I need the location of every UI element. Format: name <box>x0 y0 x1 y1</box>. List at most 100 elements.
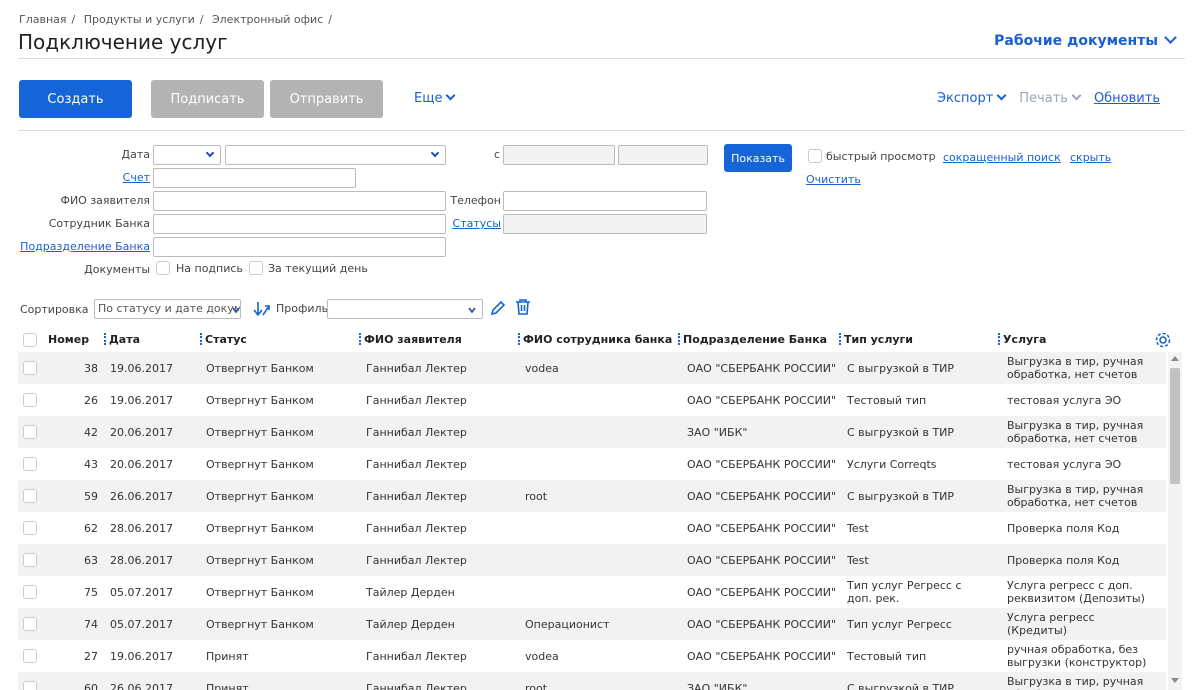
table-row[interactable]: 59 26.06.2017 Отвергнут Банком Ганнибал Лек… <box>18 480 1166 512</box>
profile-select[interactable] <box>327 299 483 319</box>
create-button[interactable]: Создать <box>19 80 132 118</box>
row-checkbox[interactable] <box>23 361 37 375</box>
table-row[interactable]: 43 20.06.2017 Отвергнут Банком Ганнибал Лек… <box>18 448 1166 480</box>
row-checkbox[interactable] <box>23 585 37 599</box>
division-input[interactable] <box>153 237 446 257</box>
cell-applicant: Ганнибал Лектер <box>366 553 467 567</box>
cell-date: 28.06.2017 <box>110 521 173 535</box>
employee-input[interactable] <box>153 214 446 234</box>
hide-link[interactable]: скрыть <box>1070 151 1111 164</box>
cell-division: ОАО "СБЕРБАНК РОССИИ" <box>687 617 837 631</box>
table-row[interactable]: 62 28.06.2017 Отвергнут Банком Ганнибал Лек… <box>18 512 1166 544</box>
row-checkbox[interactable] <box>23 489 37 503</box>
refresh-link[interactable]: Обновить <box>1094 91 1160 106</box>
table-row[interactable]: 63 28.06.2017 Отвергнут Банком Ганнибал Лек… <box>18 544 1166 576</box>
trash-icon[interactable] <box>514 298 532 316</box>
more-menu[interactable]: Еще <box>414 90 456 106</box>
cell-type: С выгрузкой в ТИР <box>847 425 955 439</box>
cell-division: ЗАО "ИБК" <box>687 681 748 690</box>
sort-label: Сортировка <box>20 303 89 316</box>
work-documents-menu[interactable]: Рабочие документы <box>994 31 1177 49</box>
column-number[interactable]: Номер <box>48 333 89 346</box>
table-row[interactable]: 74 05.07.2017 Отвергнут Банком Тайлер Дерде… <box>18 608 1166 640</box>
scroll-up-icon[interactable] <box>1171 356 1179 361</box>
print-menu[interactable]: Печать <box>1019 90 1082 106</box>
table-row[interactable]: 27 19.06.2017 Принят Ганнибал Лектер vodea ОА… <box>18 640 1166 672</box>
cell-type: С выгрузкой в ТИР <box>847 489 955 503</box>
select-all-checkbox[interactable] <box>23 333 37 347</box>
cell-status: Отвергнут Банком <box>206 521 314 535</box>
date-label: Дата <box>121 148 150 161</box>
breadcrumb-eoffice[interactable]: Электронный офис <box>212 13 323 26</box>
short-search-link[interactable]: сокращенный поиск <box>943 151 1061 164</box>
account-input[interactable] <box>153 168 356 188</box>
column-service-type[interactable]: Тип услуги <box>839 333 913 346</box>
cell-employee <box>525 416 675 448</box>
column-status-label: Статус <box>205 333 247 346</box>
row-checkbox[interactable] <box>23 393 37 407</box>
cell-status: Отвергнут Банком <box>206 393 314 407</box>
clear-link[interactable]: Очистить <box>806 173 861 186</box>
column-status[interactable]: Статус <box>200 333 247 346</box>
cell-service: Выгрузка в тир, ручная обработка, нет сч… <box>1007 675 1144 690</box>
chevron-down-icon <box>468 307 476 314</box>
for-signing-checkbox[interactable] <box>156 261 170 275</box>
scroll-down-icon[interactable] <box>1171 678 1179 683</box>
quick-view-checkbox[interactable] <box>808 149 822 163</box>
row-checkbox[interactable] <box>23 553 37 567</box>
account-label-link[interactable]: Счет <box>100 171 150 184</box>
sign-button[interactable]: Подписать <box>151 80 264 118</box>
table-row[interactable]: 42 20.06.2017 Отвергнут Банком Ганнибал Лек… <box>18 416 1166 448</box>
table-row[interactable]: 38 19.06.2017 Отвергнут Банком Ганнибал Лек… <box>18 352 1166 384</box>
table-row[interactable]: 60 26.06.2017 Принят Ганнибал Лектер root ЗАО… <box>18 672 1166 690</box>
table-row[interactable]: 75 05.07.2017 Отвергнут Банком Тайлер Дерде… <box>18 576 1166 608</box>
breadcrumb-products[interactable]: Продукты и услуги <box>84 13 195 26</box>
chevron-down-icon <box>1164 31 1177 44</box>
row-checkbox[interactable] <box>23 521 37 535</box>
cell-service: тестовая услуга ЭО <box>1007 393 1122 407</box>
date-type-select[interactable] <box>153 145 221 165</box>
cell-date: 19.06.2017 <box>110 361 173 375</box>
export-menu[interactable]: Экспорт <box>937 90 1007 106</box>
date-period-select[interactable] <box>225 145 446 165</box>
cell-service: Проверка поля Код <box>1007 553 1120 567</box>
cell-employee: vodea <box>525 649 559 663</box>
breadcrumb-home[interactable]: Главная <box>19 13 67 26</box>
row-checkbox[interactable] <box>23 649 37 663</box>
column-employee[interactable]: ФИО сотрудника банка <box>518 333 672 346</box>
send-button[interactable]: Отправить <box>270 80 383 118</box>
row-checkbox[interactable] <box>23 457 37 471</box>
cell-num: 74 <box>84 617 98 631</box>
cell-num: 38 <box>84 361 98 375</box>
applicant-input[interactable] <box>153 191 446 211</box>
cell-applicant: Ганнибал Лектер <box>366 457 467 471</box>
column-date[interactable]: Дата <box>104 333 140 346</box>
statuses-input[interactable] <box>503 214 707 234</box>
date-to-input[interactable] <box>618 145 708 165</box>
cell-applicant: Ганнибал Лектер <box>366 521 467 535</box>
cell-num: 27 <box>84 649 98 663</box>
date-from-input[interactable] <box>503 145 615 165</box>
settings-gear-icon[interactable] <box>1154 331 1172 349</box>
pencil-icon[interactable] <box>489 299 507 317</box>
column-service[interactable]: Услуга <box>998 333 1046 346</box>
current-day-checkbox[interactable] <box>249 261 263 275</box>
row-checkbox[interactable] <box>23 681 37 690</box>
cell-applicant: Ганнибал Лектер <box>366 361 467 375</box>
cell-status: Отвергнут Банком <box>206 425 314 439</box>
phone-input[interactable] <box>503 191 707 211</box>
sort-direction-icon[interactable] <box>253 300 271 318</box>
show-button[interactable]: Показать <box>724 144 792 172</box>
division-label-link[interactable]: Подразделение Банка <box>5 240 150 253</box>
scrollbar-thumb[interactable] <box>1170 368 1180 484</box>
statuses-label-link[interactable]: Статусы <box>440 217 501 230</box>
table-row[interactable]: 26 19.06.2017 Отвергнут Банком Ганнибал Лек… <box>18 384 1166 416</box>
applicant-label: ФИО заявителя <box>60 194 150 207</box>
cell-employee <box>525 576 675 608</box>
row-checkbox[interactable] <box>23 617 37 631</box>
row-checkbox[interactable] <box>23 425 37 439</box>
sort-select[interactable]: По статусу и дате докуме <box>94 299 241 319</box>
cell-division: ОАО "СБЕРБАНК РОССИИ" <box>687 649 837 663</box>
column-division[interactable]: Подразделение Банка <box>678 333 827 346</box>
column-applicant[interactable]: ФИО заявителя <box>359 333 462 346</box>
